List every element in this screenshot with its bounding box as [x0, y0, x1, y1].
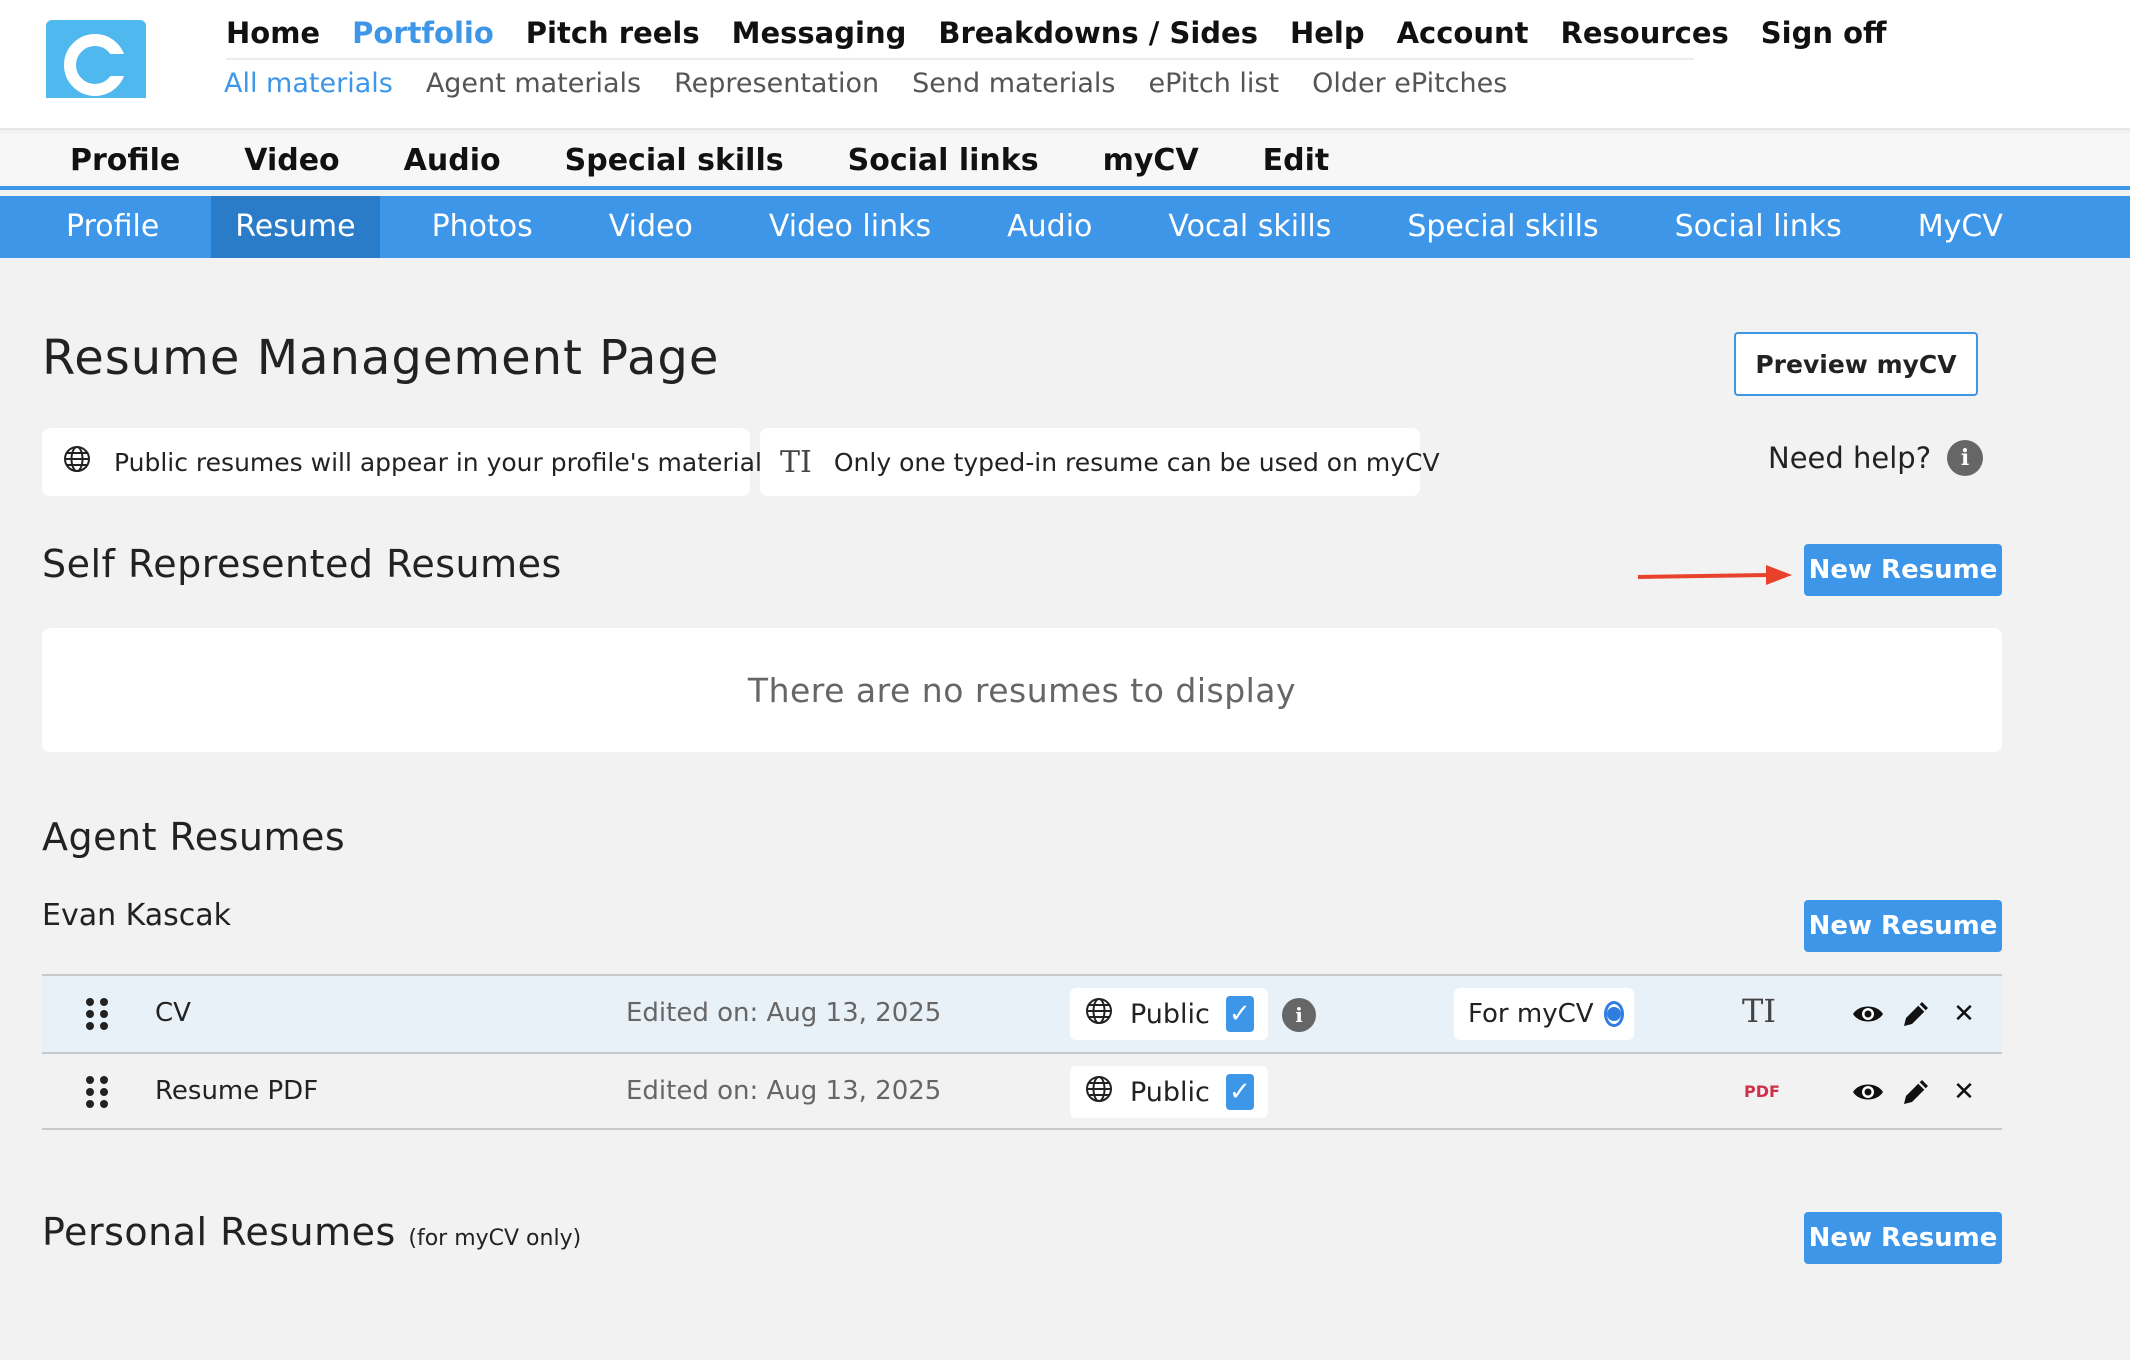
nav-home[interactable]: Home [226, 16, 320, 50]
subtab-special-skills[interactable]: Special skills [1383, 196, 1622, 258]
resume-name[interactable]: CV [155, 998, 191, 1028]
subtab-video[interactable]: Video [585, 196, 717, 258]
new-resume-self-button[interactable]: New Resume [1804, 544, 2002, 596]
table-row[interactable]: Resume PDF Edited on: Aug 13, 2025 Publi… [42, 1052, 2002, 1130]
tab-profile[interactable]: Profile [70, 143, 180, 178]
globe-icon [1084, 1074, 1114, 1111]
nav-portfolio[interactable]: Portfolio [352, 16, 494, 50]
info-icon[interactable]: i [1282, 998, 1316, 1032]
section-tabbar: Profile Video Audio Special skills Socia… [0, 134, 2130, 190]
public-checkbox[interactable]: ✓ [1225, 996, 1254, 1032]
subtab-social-links[interactable]: Social links [1651, 196, 1866, 258]
sub-nav: All materials Agent materials Representa… [224, 68, 1507, 99]
subtab-video-links[interactable]: Video links [745, 196, 955, 258]
pencil-icon[interactable] [1898, 1074, 1934, 1110]
for-mycv-radio[interactable] [1603, 1001, 1624, 1027]
tab-audio[interactable]: Audio [404, 143, 501, 178]
subnav-all-materials[interactable]: All materials [224, 68, 393, 99]
eye-icon[interactable] [1850, 996, 1886, 1032]
tab-social-links[interactable]: Social links [848, 143, 1039, 178]
subtab-mycv[interactable]: MyCV [1894, 196, 2027, 258]
subtab-audio[interactable]: Audio [983, 196, 1116, 258]
personal-resumes-title: Personal Resumes (for myCV only) [42, 1210, 581, 1254]
edit-subtabbar: Profile Resume Photos Video Video links … [0, 196, 2130, 258]
text-cursor-icon: TI [1742, 992, 1776, 1030]
new-resume-personal-button[interactable]: New Resume [1804, 1212, 2002, 1264]
subtab-profile[interactable]: Profile [42, 196, 183, 258]
text-cursor-icon: TI [780, 444, 812, 480]
resume-name[interactable]: Resume PDF [155, 1076, 318, 1106]
resume-edited-date: Edited on: Aug 13, 2025 [626, 1076, 942, 1106]
subtab-resume[interactable]: Resume [211, 196, 380, 258]
for-mycv-label: For myCV [1468, 999, 1594, 1029]
close-icon[interactable]: ✕ [1946, 1074, 1982, 1110]
for-mycv-toggle[interactable]: For myCV [1454, 988, 1634, 1040]
personal-resumes-subtitle: (for myCV only) [408, 1226, 582, 1251]
close-icon[interactable]: ✕ [1946, 996, 1982, 1032]
new-resume-agent-button[interactable]: New Resume [1804, 900, 2002, 952]
globe-icon [1084, 996, 1114, 1033]
nav-breakdowns[interactable]: Breakdowns / Sides [938, 16, 1258, 50]
nav-help[interactable]: Help [1290, 16, 1365, 50]
tab-mycv[interactable]: myCV [1103, 143, 1199, 178]
eye-icon[interactable] [1850, 1074, 1886, 1110]
table-row[interactable]: CV Edited on: Aug 13, 2025 Public ✓ i Fo… [42, 974, 2002, 1052]
self-represented-title: Self Represented Resumes [42, 542, 562, 586]
agent-resumes-title: Agent Resumes [42, 815, 346, 859]
public-info-text: Public resumes will appear in your profi… [114, 447, 775, 477]
subnav-older-epitches[interactable]: Older ePitches [1312, 68, 1507, 99]
need-help-label: Need help? [1768, 441, 1932, 475]
public-label: Public [1130, 998, 1210, 1030]
empty-resumes-text: There are no resumes to display [747, 670, 1297, 710]
subnav-send-materials[interactable]: Send materials [912, 68, 1115, 99]
agent-name: Evan Kascak [42, 898, 232, 933]
subnav-representation[interactable]: Representation [674, 68, 879, 99]
typed-info-text: Only one typed-in resume can be used on … [833, 447, 1440, 477]
public-label: Public [1130, 1076, 1210, 1108]
logo[interactable] [46, 20, 146, 98]
page-title: Resume Management Page [42, 330, 720, 386]
nav-pitch-reels[interactable]: Pitch reels [526, 16, 700, 50]
red-arrow-annotation [1637, 565, 1792, 585]
personal-resumes-title-text: Personal Resumes [42, 1210, 396, 1254]
resume-edited-date: Edited on: Aug 13, 2025 [626, 998, 942, 1028]
drag-handle-icon[interactable] [86, 998, 108, 1032]
top-header: Home Portfolio Pitch reels Messaging Bre… [0, 0, 2130, 130]
nav-messaging[interactable]: Messaging [732, 16, 907, 50]
subnav-agent-materials[interactable]: Agent materials [426, 68, 641, 99]
pdf-icon: PDF [1744, 1082, 1780, 1101]
public-toggle[interactable]: Public ✓ [1070, 1066, 1268, 1118]
preview-mycv-button[interactable]: Preview myCV [1734, 332, 1978, 396]
nav-sign-off[interactable]: Sign off [1761, 16, 1887, 50]
info-icon[interactable]: i [1947, 440, 1984, 476]
tab-edit[interactable]: Edit [1263, 143, 1330, 178]
pencil-icon[interactable] [1898, 996, 1934, 1032]
subtab-vocal-skills[interactable]: Vocal skills [1144, 196, 1355, 258]
globe-icon [62, 444, 92, 480]
tab-video[interactable]: Video [244, 143, 339, 178]
public-info-pill: Public resumes will appear in your profi… [42, 428, 775, 496]
nav-account[interactable]: Account [1397, 16, 1529, 50]
drag-handle-icon[interactable] [86, 1076, 108, 1110]
logo-c-gap [110, 54, 140, 76]
subnav-epitch-list[interactable]: ePitch list [1149, 68, 1280, 99]
tab-special-skills[interactable]: Special skills [565, 143, 784, 178]
public-toggle[interactable]: Public ✓ [1070, 988, 1268, 1040]
need-help[interactable]: Need help? i [1768, 440, 1984, 476]
typed-info-pill: TI Only one typed-in resume can be used … [760, 428, 1440, 496]
public-checkbox[interactable]: ✓ [1225, 1074, 1254, 1110]
empty-resumes-box: There are no resumes to display [42, 628, 2002, 752]
subtab-photos[interactable]: Photos [408, 196, 557, 258]
nav-resources[interactable]: Resources [1561, 16, 1729, 50]
main-nav: Home Portfolio Pitch reels Messaging Bre… [226, 8, 1887, 60]
